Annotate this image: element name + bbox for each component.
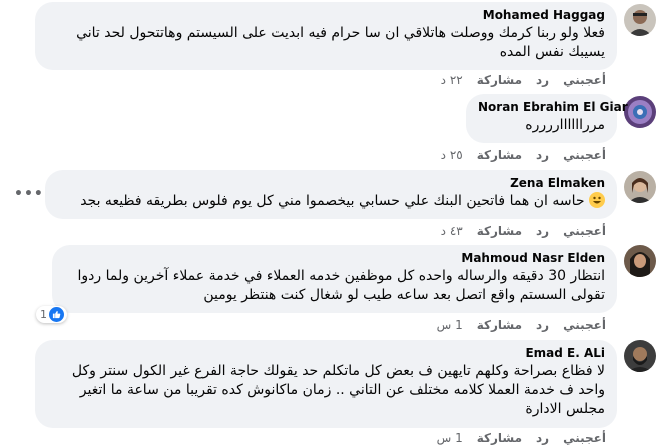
comment-text-content: حاسه ان هما فاتحين البنك علي حسابي بيخصم… [80, 193, 585, 209]
like-reaction-icon [49, 307, 64, 322]
timestamp[interactable]: 1 س [437, 431, 463, 445]
grinning-emoji-icon [589, 192, 605, 208]
timestamp[interactable]: ٤٣ د [441, 224, 463, 238]
comment-bubble: Noran Ebrahim El Giar مرراااااارررره [466, 94, 628, 143]
comment-bubble: Emad E. ALi لا فظاع بصراحة وكلهم تايهين … [35, 340, 617, 428]
comment-text: فعلا ولو ربنا كرمك ووصلت هاتلاقي ان سا ح… [76, 25, 605, 60]
comment-bubble: Zena Elmaken حاسه ان هما فاتحين البنك عل… [45, 170, 617, 219]
commenter-name[interactable]: Emad E. ALi [47, 346, 605, 360]
commenter-name[interactable]: Mahmoud Nasr Elden [64, 251, 605, 265]
like-button[interactable]: أعجبني [563, 431, 606, 445]
comment-text: حاسه ان هما فاتحين البنك علي حسابي بيخصم… [57, 192, 605, 211]
timestamp[interactable]: ٢٢ د [441, 73, 463, 87]
comment-actions: أعجبني رد مشاركة ٢٥ د [441, 148, 606, 162]
share-button[interactable]: مشاركة [477, 148, 522, 162]
commenter-name[interactable]: Mohamed Haggag [47, 8, 605, 22]
reply-button[interactable]: رد [536, 224, 549, 238]
like-button[interactable]: أعجبني [563, 224, 606, 238]
comment-actions: أعجبني رد مشاركة 1 س [437, 318, 606, 332]
commenter-name[interactable]: Noran Ebrahim El Giar [478, 100, 628, 114]
avatar[interactable] [624, 96, 656, 128]
avatar[interactable] [624, 245, 656, 277]
reply-button[interactable]: رد [536, 318, 549, 332]
share-button[interactable]: مشاركة [477, 431, 522, 445]
comment-actions: أعجبني رد مشاركة 1 س [437, 431, 606, 445]
comment-text: مرراااااارررره [525, 117, 605, 133]
commenter-name[interactable]: Zena Elmaken [57, 176, 605, 190]
comment-text: لا فظاع بصراحة وكلهم تايهين ف بعض كل مات… [71, 363, 605, 417]
comment-actions: أعجبني رد مشاركة ٢٢ د [441, 73, 606, 87]
like-button[interactable]: أعجبني [563, 318, 606, 332]
timestamp[interactable]: 1 س [437, 318, 463, 332]
share-button[interactable]: مشاركة [477, 318, 522, 332]
comment-actions: أعجبني رد مشاركة ٤٣ د [441, 224, 606, 238]
comment-bubble: Mohamed Haggag فعلا ولو ربنا كرمك ووصلت … [35, 2, 617, 70]
reply-button[interactable]: رد [536, 431, 549, 445]
like-button[interactable]: أعجبني [563, 73, 606, 87]
avatar[interactable] [624, 4, 656, 36]
avatar[interactable] [624, 340, 656, 372]
comment-text: انتظار 30 دقيقه والرساله واحده كل موظفين… [77, 268, 605, 303]
like-button[interactable]: أعجبني [563, 148, 606, 162]
share-button[interactable]: مشاركة [477, 73, 522, 87]
share-button[interactable]: مشاركة [477, 224, 522, 238]
more-options-icon[interactable]: ••• [14, 186, 44, 202]
reaction-summary[interactable]: 1 [36, 306, 67, 323]
comment-bubble: Mahmoud Nasr Elden انتظار 30 دقيقه والرس… [52, 245, 617, 313]
reply-button[interactable]: رد [536, 73, 549, 87]
timestamp[interactable]: ٢٥ د [441, 148, 463, 162]
reaction-count: 1 [40, 308, 47, 321]
reply-button[interactable]: رد [536, 148, 549, 162]
avatar[interactable] [624, 171, 656, 203]
